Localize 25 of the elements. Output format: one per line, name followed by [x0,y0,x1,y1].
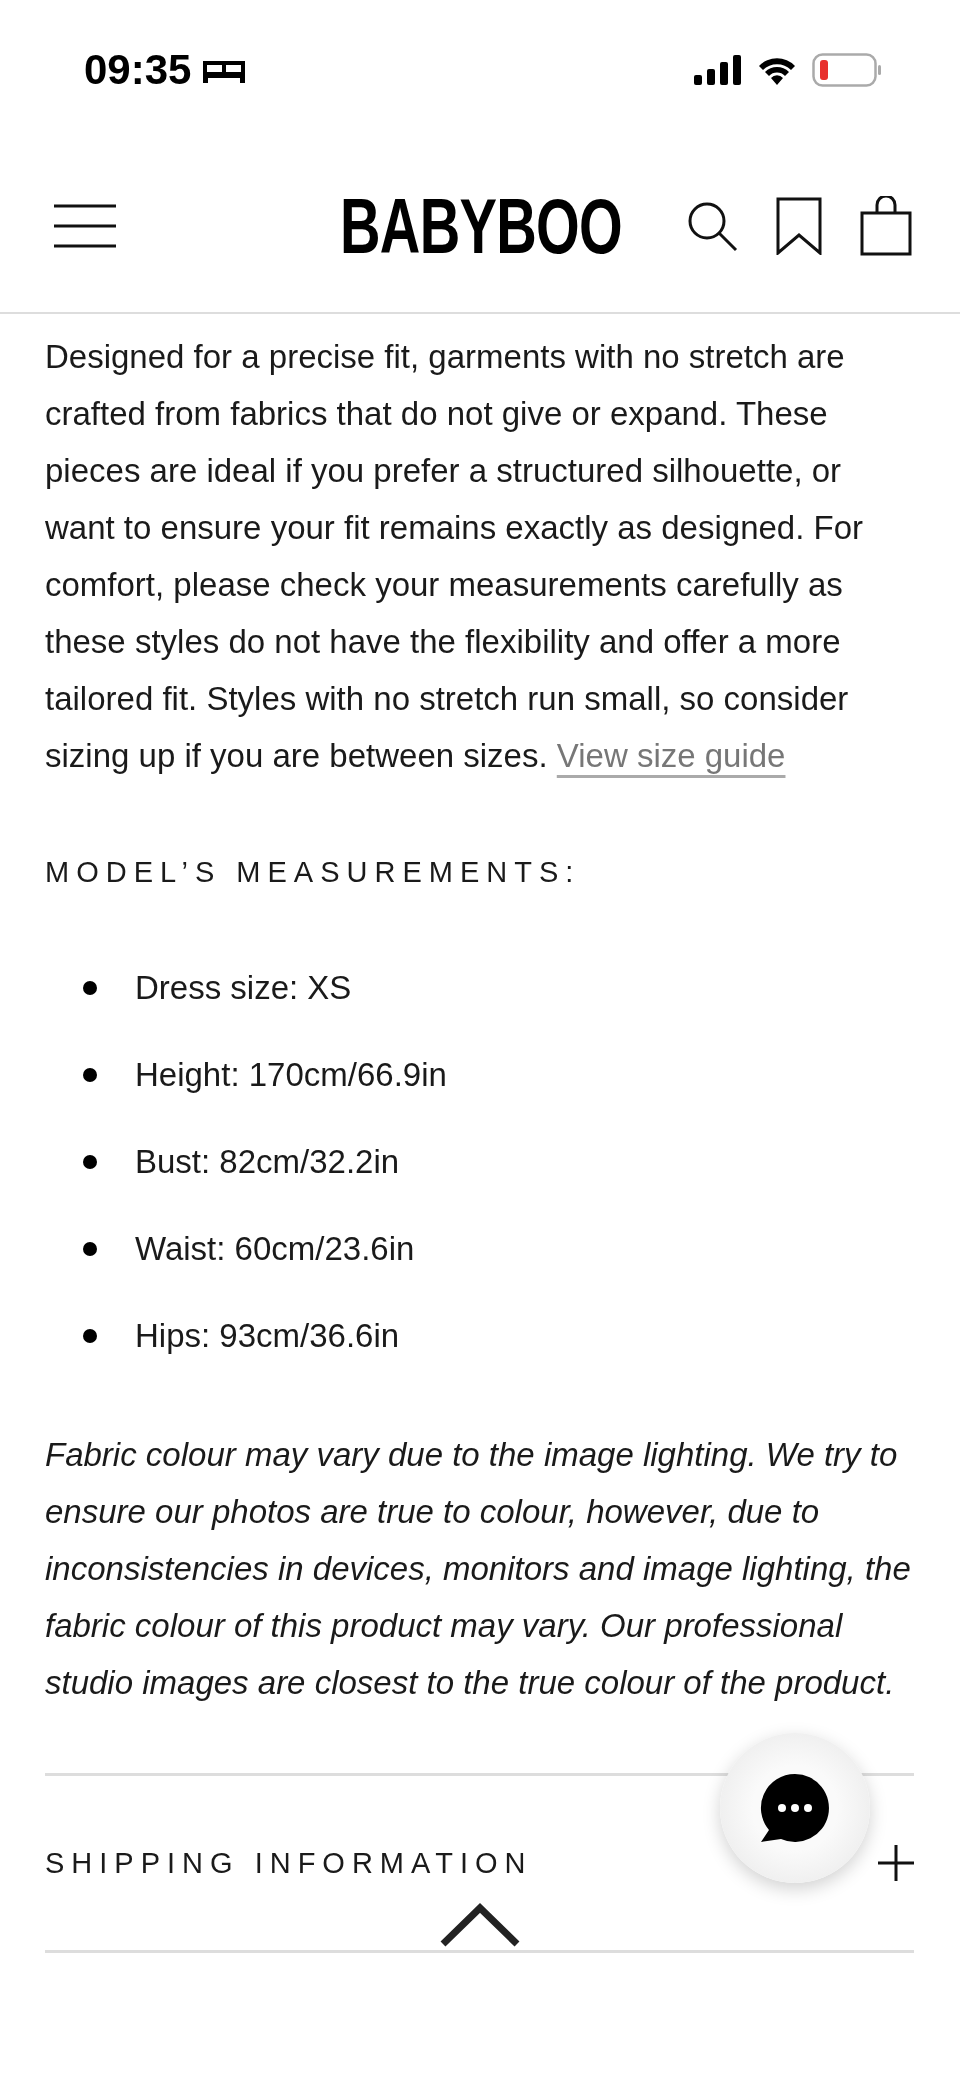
plus-icon[interactable] [878,1845,914,1881]
search-icon[interactable] [686,200,738,252]
bullet-icon [83,1067,97,1082]
scroll-top-icon[interactable] [440,1903,520,1947]
measurement-item: Height: 170cm/66.9in [135,1055,447,1094]
bag-icon[interactable] [860,196,912,256]
menu-icon[interactable] [54,204,116,248]
fit-description: Designed for a precise fit, garments with no stretch are crafted from fabrics that do not give or expand. These pieces are ideal if you prefer a structured silhouette, or want to ensure your fit remains exactly as designed. For comfort, please check your measurements carefully as these styles do not have the flexibility and offer a more tailored fit. Styles with no stretch run small, so consider sizing up if you are between sizes. View size guide [45,337,865,776]
bullet-icon [83,1328,97,1343]
signal-icon [694,55,742,85]
measurement-item: Hips: 93cm/36.6in [135,1316,400,1355]
measurements-heading: MODEL’S MEASUREMENTS: [45,856,582,889]
bullet-icon [83,1154,97,1169]
size-guide-link[interactable]: View size guide [556,737,786,774]
bullet-icon [83,980,97,995]
bullet-icon [83,1241,97,1256]
logo[interactable]: BABYBOO [340,180,622,272]
status-time: 09:35 [84,46,192,94]
accordion-title[interactable]: SHIPPING INFORMATION [45,1846,533,1880]
colour-disclaimer: Fabric colour may vary due to the image lighting. We try to ensure our photos are true to colour, however, due to inconsistencies in devices, monitors and image lighting, the fabric colour of this product may vary. Our professional studio images are closest to the true colour of the product. [45,1435,912,1703]
measurement-item: Bust: 82cm/32.2in [135,1142,400,1181]
measurement-item: Waist: 60cm/23.6in [135,1229,415,1268]
battery-icon [812,53,882,87]
bookmark-icon[interactable] [776,197,822,255]
measurement-item: Dress size: XS [135,968,352,1007]
